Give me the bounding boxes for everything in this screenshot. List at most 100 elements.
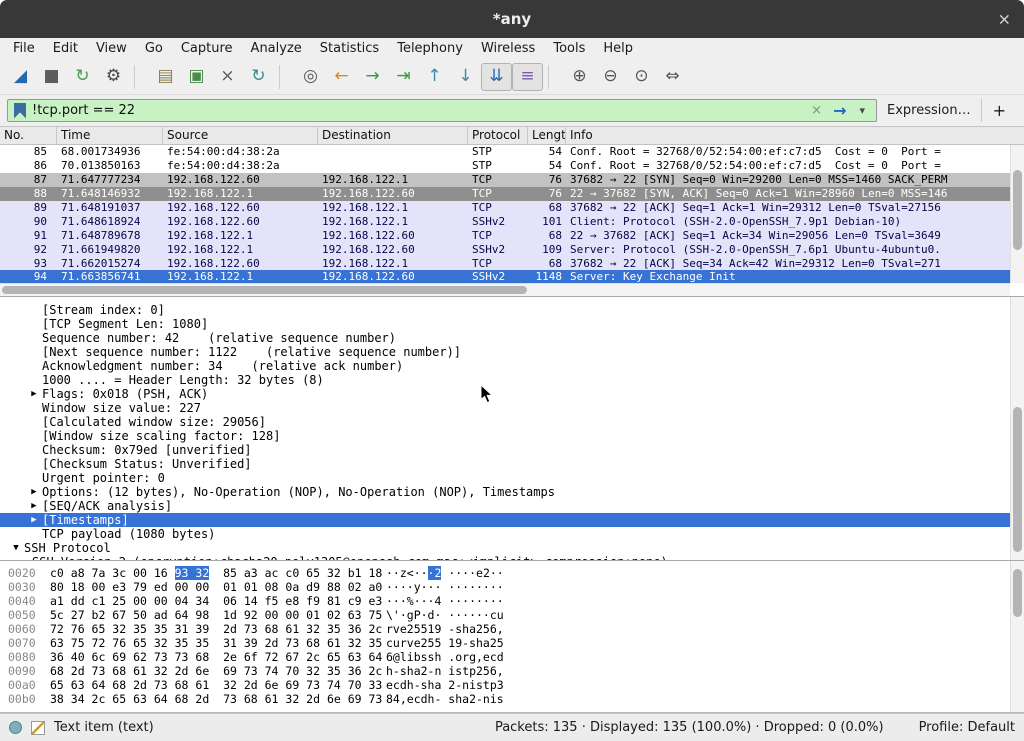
expander-icon[interactable]	[26, 415, 42, 429]
hex-row[interactable]: 0030 80 18 00 e3 79 ed 00 00 01 01 08 0a…	[0, 580, 1010, 594]
column-header[interactable]: Destination	[318, 127, 468, 144]
packet-row[interactable]: 92 71.661949820 192.168.122.1 192.168.12…	[0, 242, 1010, 256]
detail-line[interactable]: [Next sequence number: 1122 (relative se…	[0, 345, 1010, 359]
detail-line[interactable]: Urgent pointer: 0	[0, 471, 1010, 485]
hex-row[interactable]: 0020 c0 a8 7a 3c 00 16 93 32 85 a3 ac c0…	[0, 566, 1010, 580]
hex-bytes[interactable]: 68 2d 73 68 61 32 2d 6e 69 73 74 70 32 3…	[50, 664, 386, 678]
capture-options-button[interactable]: ⚙	[98, 63, 129, 91]
expander-icon[interactable]	[26, 429, 42, 443]
hex-vscrollbar[interactable]	[1010, 561, 1024, 712]
zoom-out-button[interactable]: ⊖	[595, 63, 626, 91]
detail-line[interactable]: Checksum: 0x79ed [unverified]	[0, 443, 1010, 457]
go-last-packet-button[interactable]: ↓	[450, 63, 481, 91]
expander-icon[interactable]: ▶	[26, 513, 42, 527]
menu-item[interactable]: Capture	[172, 40, 242, 57]
scrollbar-thumb[interactable]	[1013, 569, 1022, 617]
toolbar-separator[interactable]	[548, 65, 559, 89]
column-header[interactable]: Info	[566, 127, 1024, 144]
column-header[interactable]: No.	[0, 127, 57, 144]
expander-icon[interactable]	[26, 471, 42, 485]
hex-row[interactable]: 0070 63 75 72 76 65 32 35 35 31 39 2d 73…	[0, 636, 1010, 650]
expander-icon[interactable]: ▼	[8, 541, 24, 555]
zoom-100-button[interactable]: ⊙	[626, 63, 657, 91]
filter-apply-icon[interactable]: →	[831, 101, 848, 120]
packet-row[interactable]: 87 71.647777234 192.168.122.60 192.168.1…	[0, 173, 1010, 187]
resize-columns-button[interactable]: ⇔	[657, 63, 688, 91]
expert-info-icon[interactable]	[9, 721, 22, 734]
scrollbar-thumb[interactable]	[1013, 170, 1022, 250]
hex-row[interactable]: 0050 5c 27 b2 67 50 ad 64 98 1d 92 00 00…	[0, 608, 1010, 622]
detail-line[interactable]: Acknowledgment number: 34 (relative ack …	[0, 359, 1010, 373]
expander-icon[interactable]: ▶	[26, 499, 42, 513]
window-close-button[interactable]: ×	[998, 10, 1011, 29]
detail-line[interactable]: [Window size scaling factor: 128]	[0, 429, 1010, 443]
detail-line[interactable]: ▶ [SEQ/ACK analysis]	[0, 499, 1010, 513]
hex-row[interactable]: 0080 36 40 6c 69 62 73 73 68 2e 6f 72 67…	[0, 650, 1010, 664]
filter-text[interactable]: !tcp.port == 22	[32, 103, 802, 118]
packet-row[interactable]: 91 71.648789678 192.168.122.1 192.168.12…	[0, 228, 1010, 242]
go-first-packet-button[interactable]: ↑	[419, 63, 450, 91]
detail-line[interactable]: [Checksum Status: Unverified]	[0, 457, 1010, 471]
detail-line[interactable]: ▶ Options: (12 bytes), No-Operation (NOP…	[0, 485, 1010, 499]
hex-ascii[interactable]: 6@libssh .org,ecd	[386, 650, 504, 664]
expander-icon[interactable]: ▶	[26, 387, 42, 401]
close-file-button[interactable]: ×	[212, 63, 243, 91]
titlebar[interactable]: *any ×	[0, 0, 1024, 38]
hex-row[interactable]: 0060 72 76 65 32 35 35 31 39 2d 73 68 61…	[0, 622, 1010, 636]
open-file-button[interactable]: ▤	[150, 63, 181, 91]
packet-row[interactable]: 93 71.662015274 192.168.122.60 192.168.1…	[0, 256, 1010, 270]
expander-icon[interactable]	[26, 331, 42, 345]
hex-ascii[interactable]: ecdh-sha 2-nistp3	[386, 678, 504, 692]
packet-row[interactable]: 86 70.013850163 fe:54:00:d4:38:2a STP 54…	[0, 159, 1010, 173]
hex-bytes[interactable]: 72 76 65 32 35 35 31 39 2d 73 68 61 32 3…	[50, 622, 386, 636]
menu-item[interactable]: Telephony	[388, 40, 472, 57]
packet-list-hscrollbar[interactable]	[0, 283, 1010, 296]
hex-bytes[interactable]: 63 75 72 76 65 32 35 35 31 39 2d 73 68 6…	[50, 636, 386, 650]
detail-line[interactable]: 1000 .... = Header Length: 32 bytes (8)	[0, 373, 1010, 387]
hex-bytes[interactable]: c0 a8 7a 3c 00 16 93 32 85 a3 ac c0 65 3…	[50, 566, 386, 580]
details-vscrollbar[interactable]	[1010, 297, 1024, 560]
hex-ascii[interactable]: 84,ecdh- sha2-nis	[386, 692, 504, 706]
detail-line[interactable]: SSH Version 2 (encryption:chacha20-poly1…	[0, 555, 1010, 560]
toolbar-separator[interactable]	[279, 65, 290, 89]
hex-bytes[interactable]: a1 dd c1 25 00 00 04 34 06 14 f5 e8 f9 8…	[50, 594, 386, 608]
filter-dropdown-icon[interactable]: ▾	[854, 104, 870, 117]
expander-icon[interactable]: ▶	[26, 485, 42, 499]
detail-line[interactable]: TCP payload (1080 bytes)	[0, 527, 1010, 541]
menu-item[interactable]: Help	[594, 40, 642, 57]
hex-bytes[interactable]: 80 18 00 e3 79 ed 00 00 01 01 08 0a d9 8…	[50, 580, 386, 594]
detail-line[interactable]: [TCP Segment Len: 1080]	[0, 317, 1010, 331]
find-packet-button[interactable]: ◎	[295, 63, 326, 91]
menu-item[interactable]: Statistics	[311, 40, 388, 57]
hex-bytes[interactable]: 36 40 6c 69 62 73 73 68 2e 6f 72 67 2c 6…	[50, 650, 386, 664]
column-header[interactable]: Protocol	[468, 127, 528, 144]
column-header[interactable]: Time	[57, 127, 163, 144]
expander-icon[interactable]	[26, 401, 42, 415]
auto-scroll-button[interactable]: ⇊	[481, 63, 512, 91]
detail-line[interactable]: Window size value: 227	[0, 401, 1010, 415]
expander-icon[interactable]	[26, 373, 42, 387]
detail-line[interactable]: Sequence number: 42 (relative sequence n…	[0, 331, 1010, 345]
reload-file-button[interactable]: ↻	[243, 63, 274, 91]
hex-ascii[interactable]: rve25519 -sha256,	[386, 622, 504, 636]
expander-icon[interactable]	[16, 555, 32, 560]
scrollbar-thumb[interactable]	[1013, 407, 1022, 552]
menu-item[interactable]: Edit	[44, 40, 87, 57]
hex-bytes[interactable]: 5c 27 b2 67 50 ad 64 98 1d 92 00 00 01 0…	[50, 608, 386, 622]
go-forward-button[interactable]: →	[357, 63, 388, 91]
menu-item[interactable]: Analyze	[242, 40, 311, 57]
go-to-packet-button[interactable]: ⇥	[388, 63, 419, 91]
hex-row[interactable]: 0040 a1 dd c1 25 00 00 04 34 06 14 f5 e8…	[0, 594, 1010, 608]
expander-icon[interactable]	[26, 527, 42, 541]
hex-ascii[interactable]: ··z<···2 ····e2··	[386, 566, 504, 580]
menu-item[interactable]: View	[87, 40, 136, 57]
expander-icon[interactable]	[26, 317, 42, 331]
toolbar-separator[interactable]	[134, 65, 145, 89]
capture-comment-icon[interactable]	[31, 721, 45, 735]
packet-list-vscrollbar[interactable]	[1010, 145, 1024, 283]
zoom-in-button[interactable]: ⊕	[564, 63, 595, 91]
filter-clear-icon[interactable]: ×	[808, 103, 825, 118]
expander-icon[interactable]	[26, 457, 42, 471]
menu-item[interactable]: Go	[136, 40, 172, 57]
detail-line[interactable]: ▼ SSH Protocol	[0, 541, 1010, 555]
